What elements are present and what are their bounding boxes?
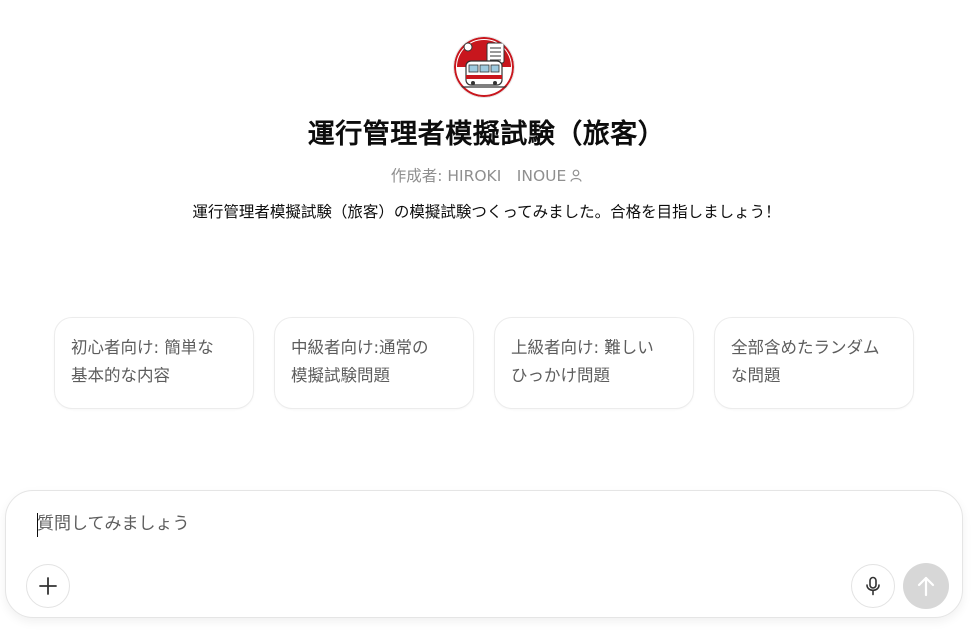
- conversation-starters: 初心者向け: 簡単な基本的な内容 中級者向け:通常の模擬試験問題 上級者向け: …: [54, 317, 916, 411]
- gpt-title: 運行管理者模擬試験（旅客）: [307, 119, 666, 150]
- starter-card-beginner[interactable]: 初心者向け: 簡単な基本的な内容: [54, 317, 254, 409]
- gpt-avatar: [454, 37, 514, 97]
- message-input[interactable]: [37, 509, 897, 539]
- gpt-author[interactable]: 作成者: HIROKI INOUE: [0, 164, 973, 186]
- message-composer: [5, 490, 963, 618]
- starter-card-intermediate[interactable]: 中級者向け:通常の模擬試験問題: [274, 317, 474, 409]
- arrow-up-icon: [917, 576, 935, 597]
- plus-icon: [39, 577, 57, 595]
- starter-card-random[interactable]: 全部含めたランダムな問題: [714, 317, 914, 409]
- voice-input-button[interactable]: [851, 564, 895, 608]
- author-label: 作成者: HIROKI INOUE: [390, 167, 567, 185]
- gpt-description: 運行管理者模擬試験（旅客）の模擬試験つくってみました。合格を目指しましょう！: [192, 203, 781, 221]
- microphone-icon: [866, 576, 880, 596]
- starter-label: 初心者向け: 簡単な基本的な内容: [71, 338, 214, 385]
- starter-label: 全部含めたランダムな問題: [731, 338, 880, 385]
- person-icon: [570, 168, 582, 186]
- text-caret: [37, 513, 38, 537]
- gpt-home-page: 運行管理者模擬試験（旅客） 作成者: HIROKI INOUE 運行管理者模擬試…: [0, 0, 973, 632]
- send-button[interactable]: [903, 563, 949, 609]
- train-checklist-logo-icon: [454, 37, 514, 97]
- starter-card-advanced[interactable]: 上級者向け: 難しいひっかけ問題: [494, 317, 694, 409]
- starter-label: 上級者向け: 難しいひっかけ問題: [511, 338, 654, 385]
- attach-button[interactable]: [26, 564, 70, 608]
- starter-label: 中級者向け:通常の模擬試験問題: [291, 338, 429, 385]
